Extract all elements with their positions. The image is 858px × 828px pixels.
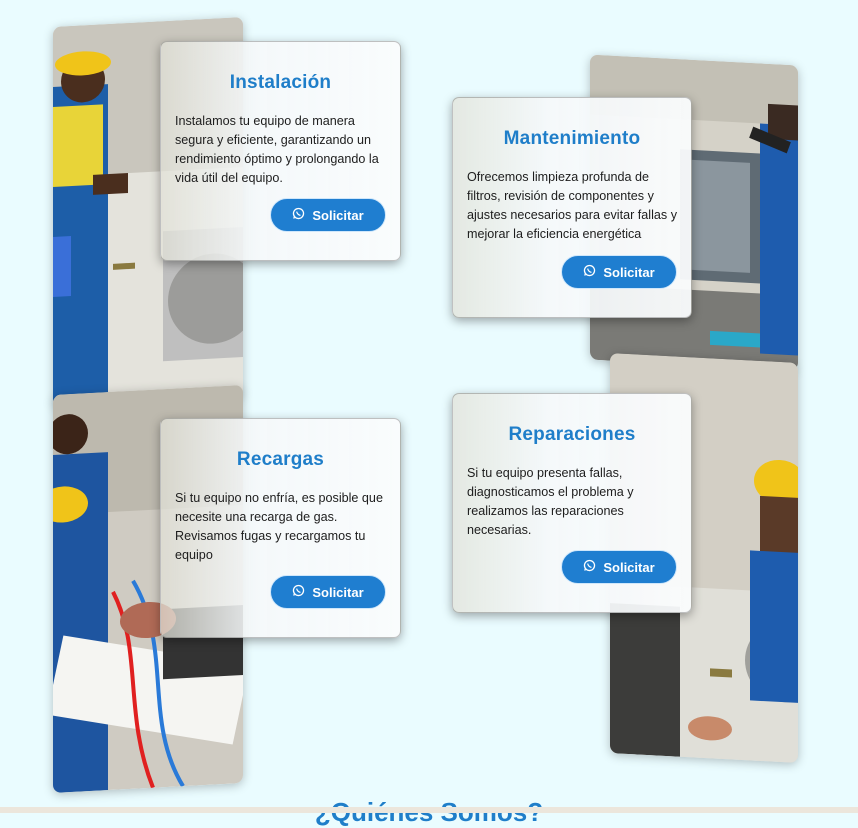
service-title: Instalación bbox=[229, 72, 332, 93]
whatsapp-icon bbox=[292, 584, 305, 600]
whatsapp-icon bbox=[583, 264, 596, 280]
service-card-installation: Instalación Instalamos tu equipo de mane… bbox=[160, 41, 401, 261]
service-title: Reparaciones bbox=[508, 424, 636, 445]
whatsapp-icon bbox=[292, 207, 305, 223]
request-button[interactable]: Solicitar bbox=[270, 575, 386, 609]
service-card-recharge: Recargas Si tu equipo no enfría, es posi… bbox=[160, 418, 401, 638]
request-button-label: Solicitar bbox=[312, 584, 364, 600]
service-card-maintenance: Mantenimiento Ofrecemos limpieza profund… bbox=[452, 97, 692, 318]
service-description: Si tu equipo presenta fallas, diagnostic… bbox=[467, 466, 634, 537]
request-button[interactable]: Solicitar bbox=[561, 255, 677, 289]
service-title: Mantenimiento bbox=[503, 128, 641, 149]
page-bottom-strip bbox=[0, 807, 858, 813]
request-button[interactable]: Solicitar bbox=[561, 550, 677, 584]
service-description: Ofrecemos limpieza profunda de filtros, … bbox=[467, 170, 677, 241]
service-title: Recargas bbox=[236, 449, 325, 470]
request-button[interactable]: Solicitar bbox=[270, 198, 386, 232]
request-button-label: Solicitar bbox=[603, 559, 655, 575]
service-description: Instalamos tu equipo de manera segura y … bbox=[175, 114, 379, 185]
request-button-label: Solicitar bbox=[312, 207, 364, 223]
service-card-repair: Reparaciones Si tu equipo presenta falla… bbox=[452, 393, 692, 613]
whatsapp-icon bbox=[583, 559, 596, 575]
service-description: Si tu equipo no enfría, es posible que n… bbox=[175, 491, 383, 562]
request-button-label: Solicitar bbox=[603, 264, 655, 280]
